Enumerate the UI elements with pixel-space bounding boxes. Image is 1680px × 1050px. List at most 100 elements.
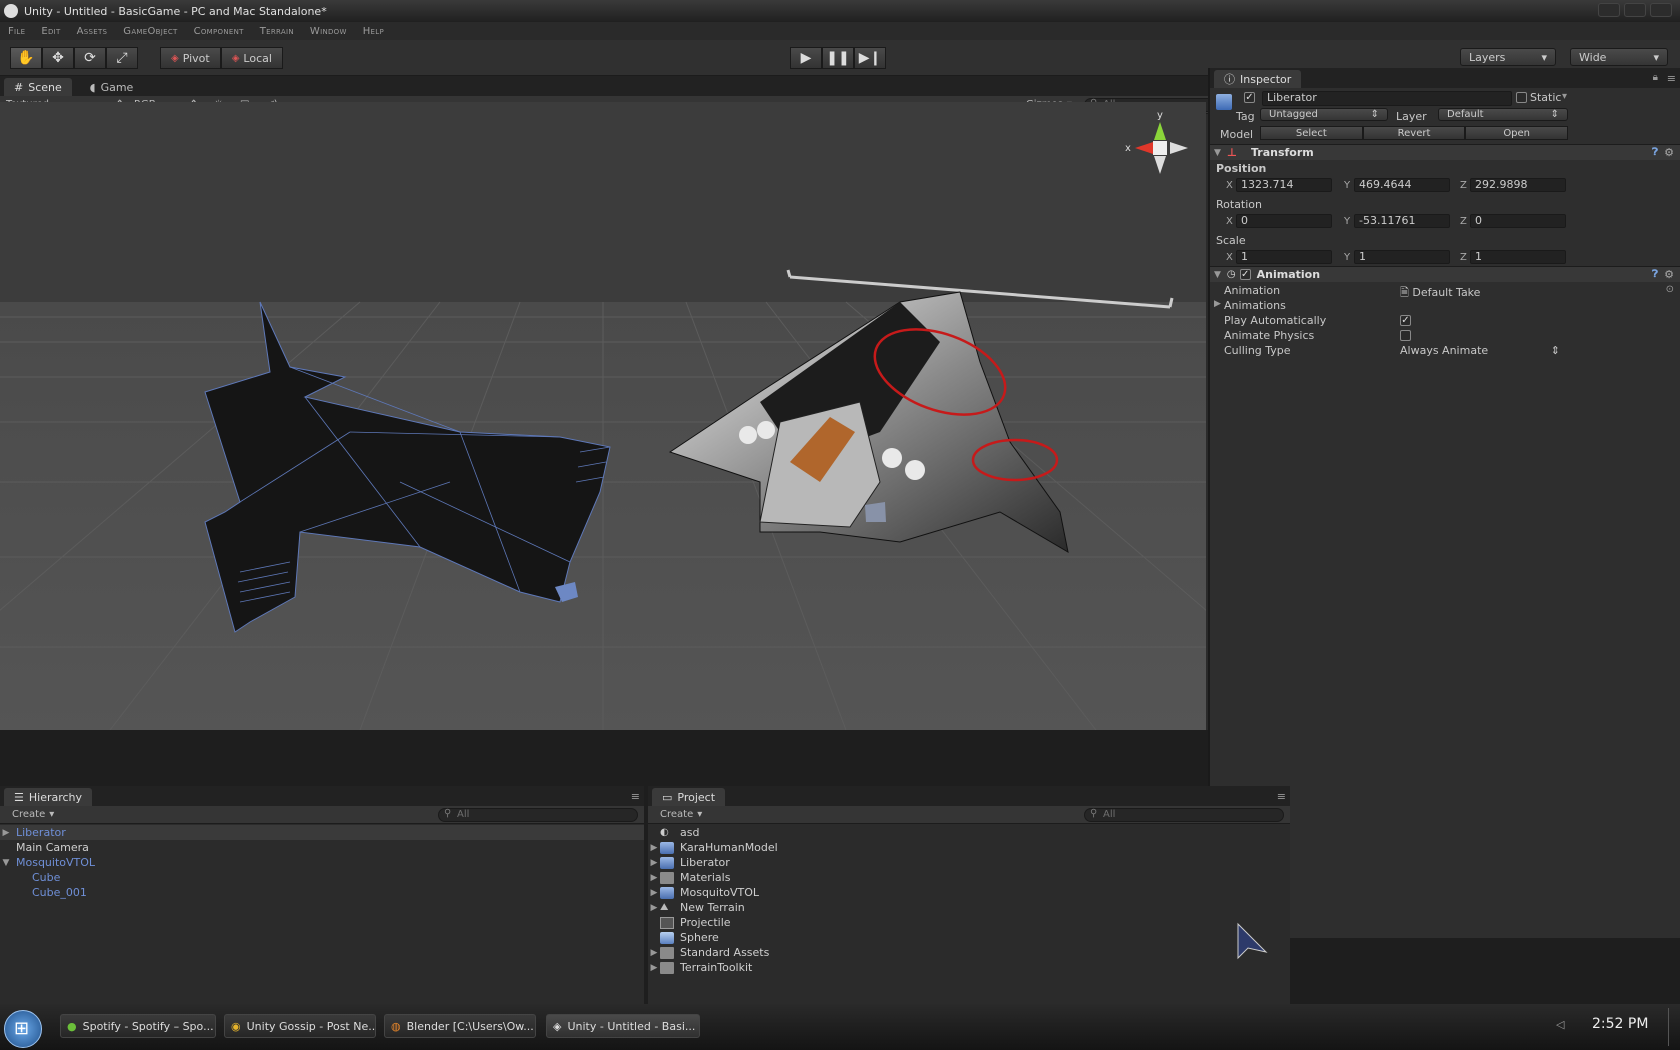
- scale-tool-button[interactable]: ⤢: [106, 47, 138, 69]
- expand-arrow-icon[interactable]: ▶: [648, 843, 660, 853]
- culling-type-dropdown[interactable]: Always Animate ⇕: [1400, 344, 1560, 357]
- project-search-input[interactable]: All: [1084, 808, 1284, 822]
- scene-canvas[interactable]: y x: [0, 102, 1206, 730]
- layout-dropdown[interactable]: Wide ▾: [1570, 48, 1668, 66]
- model-select-button[interactable]: Select: [1260, 126, 1363, 140]
- tab-project[interactable]: ▭ Project: [652, 788, 726, 806]
- panel-menu-icon[interactable]: ≡: [1667, 72, 1676, 85]
- play-automatically-checkbox[interactable]: ✓: [1400, 315, 1411, 326]
- position-x-field[interactable]: 1323.714: [1236, 178, 1332, 192]
- pivot-toggle[interactable]: ◈ Pivot: [160, 47, 221, 69]
- gear-icon[interactable]: ⚙: [1664, 146, 1674, 159]
- tree-row-main-camera[interactable]: Main Camera: [0, 840, 644, 855]
- project-item-mosquitovtol[interactable]: ▶ MosquitoVTOL: [648, 885, 1290, 900]
- tab-hierarchy[interactable]: ☰ Hierarchy: [4, 788, 93, 806]
- pause-button[interactable]: ❚❚: [822, 47, 854, 69]
- scale-x-field[interactable]: 1: [1236, 250, 1332, 264]
- tab-scene[interactable]: # Scene: [4, 78, 72, 96]
- orientation-gizmo[interactable]: y x: [1125, 110, 1188, 174]
- static-checkbox[interactable]: [1516, 92, 1527, 103]
- minimize-button[interactable]: [1598, 3, 1620, 17]
- expand-arrow-icon[interactable]: ▶: [648, 948, 660, 958]
- project-item-standard-assets[interactable]: ▶ Standard Assets: [648, 945, 1290, 960]
- hand-tool-button[interactable]: ✋: [10, 47, 42, 69]
- hierarchy-search-input[interactable]: All: [438, 808, 638, 822]
- tree-row-mosquitovtol[interactable]: ▼ MosquitoVTOL: [0, 855, 644, 870]
- tab-inspector[interactable]: ⓘ Inspector: [1214, 70, 1302, 88]
- expand-arrow-icon[interactable]: ▶: [648, 888, 660, 898]
- animation-clip-field[interactable]: 🗎︎ Default Take: [1400, 284, 1480, 303]
- foldout-arrow-icon[interactable]: ▼: [1214, 270, 1221, 280]
- foldout-arrow-icon[interactable]: ▶: [1214, 299, 1221, 309]
- project-item-new-terrain[interactable]: ▶ ⛰ New Terrain: [648, 900, 1290, 915]
- project-item-sphere[interactable]: Sphere: [648, 930, 1290, 945]
- menu-file[interactable]: File: [0, 26, 33, 37]
- close-button[interactable]: [1650, 3, 1672, 17]
- object-name-field[interactable]: Liberator: [1262, 91, 1512, 106]
- rotation-z-field[interactable]: 0: [1470, 214, 1566, 228]
- tab-game[interactable]: ◖ Game: [80, 78, 144, 96]
- play-button[interactable]: ▶: [790, 47, 822, 69]
- move-tool-button[interactable]: ✥: [42, 47, 74, 69]
- project-create-dropdown[interactable]: Create ▾: [660, 809, 702, 820]
- panel-menu-icon[interactable]: ≡: [631, 790, 640, 803]
- expand-arrow-icon[interactable]: ▶: [648, 873, 660, 883]
- tree-row-cube[interactable]: Cube: [0, 870, 644, 885]
- animation-enabled-checkbox[interactable]: ✓: [1239, 269, 1251, 280]
- tree-row-cube-001[interactable]: Cube_001: [0, 885, 644, 900]
- expand-arrow-icon[interactable]: ▶: [648, 858, 660, 868]
- expand-arrow-icon[interactable]: ▶: [648, 903, 660, 913]
- rotation-y-field[interactable]: -53.11761: [1354, 214, 1450, 228]
- menu-assets[interactable]: Assets: [69, 26, 116, 37]
- project-item-asd[interactable]: ◐ asd: [648, 825, 1290, 840]
- collapse-arrow-icon[interactable]: ▼: [0, 858, 12, 868]
- maximize-button[interactable]: [1624, 3, 1646, 17]
- position-z-field[interactable]: 292.9898: [1470, 178, 1566, 192]
- active-checkbox[interactable]: ✓: [1244, 92, 1255, 103]
- taskbar-blender[interactable]: ◍ Blender [C:\Users\Ow...: [384, 1014, 536, 1038]
- menu-window[interactable]: Window: [302, 26, 355, 37]
- chevron-down-icon[interactable]: ▾: [1562, 91, 1567, 102]
- animation-header[interactable]: ▼ ◷ ✓ Animation ❓︎ ⚙: [1210, 266, 1680, 282]
- show-desktop-button[interactable]: [1668, 1008, 1678, 1046]
- taskbar-spotify[interactable]: ● Spotify - Spotify – Spo...: [60, 1014, 216, 1038]
- panel-menu-icon[interactable]: ≡: [1277, 790, 1286, 803]
- volume-icon[interactable]: ◁: [1556, 1018, 1564, 1031]
- taskbar-chrome[interactable]: ◉ Unity Gossip - Post Ne...: [224, 1014, 376, 1038]
- project-item-materials[interactable]: ▶ Materials: [648, 870, 1290, 885]
- menu-gameobject[interactable]: GameObject: [115, 26, 185, 37]
- tag-dropdown[interactable]: Untagged ⇕: [1260, 108, 1388, 121]
- expand-arrow-icon[interactable]: ▶: [0, 828, 12, 838]
- help-icon[interactable]: ❓︎: [1652, 147, 1658, 158]
- rotate-tool-button[interactable]: ⟳: [74, 47, 106, 69]
- project-item-karahumanmodel[interactable]: ▶ KaraHumanModel: [648, 840, 1290, 855]
- scale-z-field[interactable]: 1: [1470, 250, 1566, 264]
- project-item-terraintoolkit[interactable]: ▶ TerrainToolkit: [648, 960, 1290, 975]
- object-picker-icon[interactable]: ⊙: [1666, 284, 1674, 295]
- scale-y-field[interactable]: 1: [1354, 250, 1450, 264]
- rotation-x-field[interactable]: 0: [1236, 214, 1332, 228]
- tree-row-liberator[interactable]: ▶ Liberator: [0, 825, 644, 840]
- layer-dropdown[interactable]: Default ⇕: [1438, 108, 1568, 121]
- taskbar-unity[interactable]: ◈ Unity - Untitled - Basi...: [546, 1014, 700, 1038]
- lock-icon[interactable]: 🔒︎: [1653, 72, 1658, 83]
- model-open-button[interactable]: Open: [1465, 126, 1569, 140]
- scene-viewport[interactable]: y x: [0, 102, 1206, 730]
- menu-terrain[interactable]: Terrain: [252, 26, 302, 37]
- hierarchy-create-dropdown[interactable]: Create ▾: [12, 809, 54, 820]
- project-item-liberator[interactable]: ▶ Liberator: [648, 855, 1290, 870]
- model-revert-button[interactable]: Revert: [1362, 126, 1466, 140]
- help-icon[interactable]: ❓︎: [1652, 269, 1658, 280]
- taskbar-clock[interactable]: 2:52 PM: [1592, 1016, 1648, 1032]
- foldout-arrow-icon[interactable]: ▼: [1214, 148, 1221, 158]
- local-toggle[interactable]: ◈ Local: [220, 47, 283, 69]
- gear-icon[interactable]: ⚙: [1664, 268, 1674, 281]
- expand-arrow-icon[interactable]: ▶: [648, 963, 660, 973]
- animate-physics-checkbox[interactable]: [1400, 330, 1411, 341]
- position-y-field[interactable]: 469.4644: [1354, 178, 1450, 192]
- transform-header[interactable]: ▼ ⊥ Transform ❓︎ ⚙: [1210, 144, 1680, 160]
- layers-dropdown[interactable]: Layers ▾: [1460, 48, 1556, 66]
- start-button[interactable]: ⊞: [4, 1010, 42, 1048]
- menu-help[interactable]: Help: [355, 26, 392, 37]
- menu-component[interactable]: Component: [186, 26, 252, 37]
